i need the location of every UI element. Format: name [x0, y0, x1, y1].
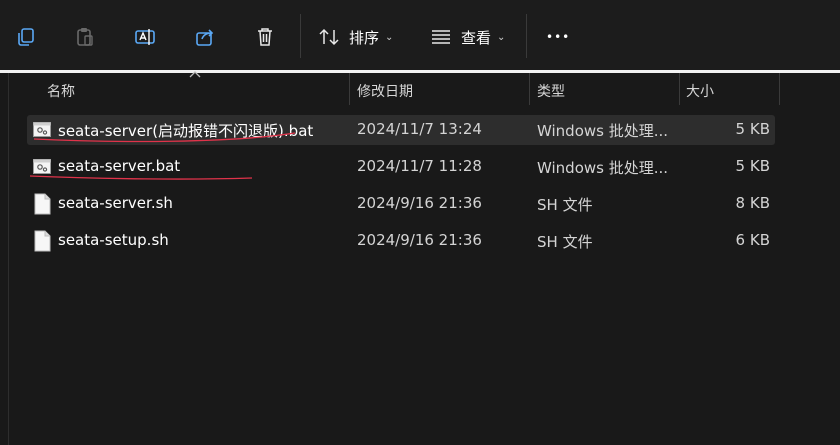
- chevron-down-icon: ⌄: [497, 31, 506, 43]
- column-header-type[interactable]: 类型: [537, 81, 565, 101]
- file-type: Windows 批处理...: [537, 122, 669, 140]
- column-header-row: 名称 修改日期 类型 大小: [0, 71, 840, 108]
- file-size: 5 KB: [735, 120, 770, 138]
- file-name: seata-server.bat: [58, 157, 181, 175]
- file-type: SH 文件: [537, 196, 593, 214]
- column-resize-handle[interactable]: [529, 73, 530, 105]
- copy-button[interactable]: [9, 20, 43, 54]
- view-label: 查看: [461, 28, 492, 47]
- file-row[interactable]: seata-server.bat 2024/11/7 11:28 Windows…: [27, 152, 775, 182]
- file-list: 名称 修改日期 类型 大小 seata-server(启动报错不闪退版).bat…: [0, 71, 840, 445]
- file-type: Windows 批处理...: [537, 159, 669, 177]
- sort-icon: [319, 28, 339, 46]
- file-row[interactable]: seata-server(启动报错不闪退版).bat 2024/11/7 13:…: [27, 115, 775, 145]
- file-name: seata-setup.sh: [58, 231, 169, 249]
- batch-file-icon: [33, 159, 51, 174]
- share-icon: [196, 29, 214, 46]
- column-resize-handle[interactable]: [349, 73, 350, 105]
- toolbar-separator: [526, 14, 527, 58]
- document-icon: [34, 230, 51, 252]
- file-modified: 2024/11/7 13:24: [357, 120, 482, 138]
- file-size: 5 KB: [735, 157, 770, 175]
- column-header-name[interactable]: 名称: [47, 81, 75, 101]
- chevron-down-icon: ⌄: [385, 31, 394, 43]
- file-type: SH 文件: [537, 233, 593, 251]
- rename-button[interactable]: [128, 20, 162, 54]
- sort-ascending-icon: [189, 71, 201, 78]
- view-icon: [432, 30, 450, 44]
- paste-button[interactable]: [68, 20, 102, 54]
- file-row[interactable]: seata-server.sh 2024/9/16 21:36 SH 文件 8 …: [27, 189, 775, 219]
- share-button[interactable]: [188, 20, 222, 54]
- file-name: seata-server.sh: [58, 194, 173, 212]
- file-modified: 2024/9/16 21:36: [357, 194, 482, 212]
- batch-file-icon: [33, 122, 51, 137]
- command-bar: 排序 ⌄ 查看 ⌄ •••: [0, 0, 840, 70]
- column-header-modified[interactable]: 修改日期: [357, 81, 413, 101]
- more-icon: •••: [546, 30, 571, 44]
- toolbar-separator: [300, 14, 301, 58]
- column-header-size[interactable]: 大小: [686, 81, 714, 101]
- file-modified: 2024/11/7 11:28: [357, 157, 482, 175]
- file-size: 8 KB: [735, 194, 770, 212]
- file-name: seata-server(启动报错不闪退版).bat: [58, 122, 314, 140]
- more-options-button[interactable]: •••: [546, 22, 570, 52]
- trash-icon: [258, 28, 272, 46]
- paste-icon: [77, 28, 93, 46]
- column-resize-handle[interactable]: [779, 73, 780, 105]
- document-icon: [34, 193, 51, 215]
- view-menu-button[interactable]: 查看 ⌄: [430, 22, 505, 52]
- copy-icon: [18, 28, 34, 46]
- sort-menu-button[interactable]: 排序 ⌄: [318, 22, 393, 52]
- file-modified: 2024/9/16 21:36: [357, 231, 482, 249]
- delete-button[interactable]: [248, 20, 282, 54]
- file-size: 6 KB: [735, 231, 770, 249]
- column-resize-handle[interactable]: [679, 73, 680, 105]
- navigation-pane-border: [8, 73, 9, 445]
- rename-icon: [135, 29, 155, 45]
- file-row[interactable]: seata-setup.sh 2024/9/16 21:36 SH 文件 6 K…: [27, 226, 775, 256]
- sort-label: 排序: [349, 28, 380, 47]
